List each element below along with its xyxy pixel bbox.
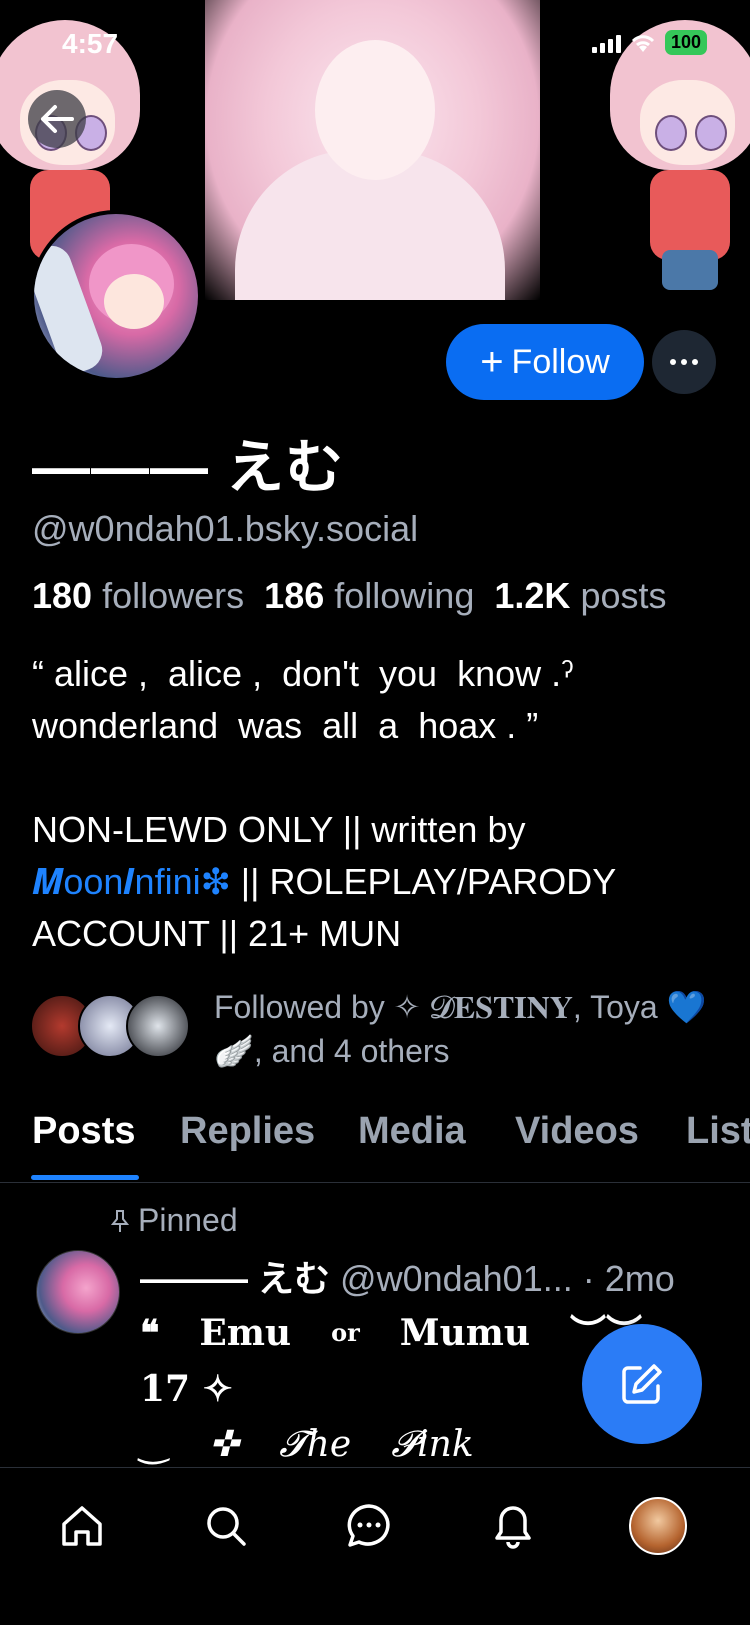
wifi-icon [631, 34, 655, 52]
profile-avatar-icon [629, 1497, 687, 1555]
signal-icon [592, 33, 621, 53]
plus-icon: + [480, 340, 504, 384]
profile-tabs: Posts Replies Media Videos Lists [0, 1100, 750, 1183]
status-time: 4:57 [62, 28, 119, 59]
compose-button[interactable] [582, 1324, 702, 1444]
bio-line: wonderland was all a hoax . ” [32, 705, 539, 746]
banner-center-art [205, 0, 540, 300]
tab-videos[interactable]: Videos [515, 1110, 639, 1153]
bell-icon [495, 1506, 531, 1549]
battery-indicator: 100 [665, 30, 708, 55]
bio-mention-link[interactable]: 𝑴oon𝑰nfini❇ [32, 861, 231, 902]
tab-media[interactable]: Media [358, 1110, 466, 1153]
followed-by-text[interactable]: Followed by ✧ 𝓓𝐄𝐒𝐓𝐈𝐍𝐘, Toya 💙🪽, and 4 ot… [214, 985, 734, 1073]
post-text: ✜ [208, 1424, 240, 1465]
followers-link[interactable]: 180 followers [32, 575, 244, 616]
post-author-handle: @w0ndah01... [340, 1258, 573, 1299]
more-options-button[interactable] [652, 330, 716, 394]
tab-replies[interactable]: Replies [180, 1110, 315, 1153]
post-text: or [331, 1318, 360, 1347]
compose-icon [622, 1364, 662, 1404]
post-text: 𝐄mu [199, 1312, 292, 1354]
post-author-avatar[interactable] [36, 1250, 120, 1334]
status-icons: 100 [592, 30, 708, 55]
post-text: ❝ [140, 1312, 160, 1354]
avatar [126, 994, 190, 1058]
bio-line: ACCOUNT || 21+ MUN [32, 913, 402, 954]
profile-avatar[interactable] [30, 210, 202, 382]
arrow-left-icon [41, 105, 74, 133]
known-followers-avatars[interactable] [30, 994, 190, 1058]
post-author-name: ——— えむ [140, 1258, 331, 1299]
post-text: 𝓣he [279, 1424, 352, 1465]
nav-notifications[interactable] [483, 1496, 543, 1556]
search-icon [207, 1507, 246, 1546]
follow-button[interactable]: + Follow [446, 324, 644, 400]
pinned-label: Pinned [138, 1202, 238, 1238]
ellipsis-icon [670, 359, 698, 365]
chat-icon [347, 1504, 390, 1547]
home-icon [62, 1506, 102, 1546]
bio-line: “ alice , alice , don't you know .ˀ [32, 653, 574, 694]
following-link[interactable]: 186 following [264, 575, 474, 616]
nav-profile[interactable] [628, 1496, 688, 1556]
pin-icon [110, 1209, 130, 1232]
nav-chat[interactable] [339, 1496, 399, 1556]
back-button[interactable] [28, 90, 86, 148]
profile-bio: “ alice , alice , don't you know .ˀ wonde… [32, 648, 732, 960]
follow-label: Follow [511, 342, 610, 381]
bio-line: NON-LEWD ONLY || written by [32, 809, 526, 850]
post-header[interactable]: ——— えむ @w0ndah01... · 2mo [140, 1250, 675, 1302]
display-name: ——— えむ [32, 435, 345, 500]
tab-lists[interactable]: Lists [686, 1110, 750, 1153]
pinned-indicator: Pinned [110, 1202, 238, 1239]
banner-chibi-right [600, 20, 750, 290]
profile-handle: @w0ndah01.bsky.social [32, 508, 419, 549]
tab-posts[interactable]: Posts [32, 1110, 135, 1153]
profile-stats: 180 followers 186 following 1.2K posts [32, 575, 666, 617]
nav-home[interactable] [52, 1496, 112, 1556]
nav-search[interactable] [196, 1496, 256, 1556]
bottom-nav [0, 1467, 750, 1625]
posts-count: 1.2K posts [494, 575, 667, 616]
post-text: ‿ [140, 1424, 169, 1465]
bio-line: || ROLEPLAY/PARODY [230, 861, 617, 902]
post-text: 𝓟ink [391, 1424, 474, 1465]
active-tab-indicator [31, 1175, 139, 1180]
post-time: · 2mo [582, 1258, 675, 1299]
post-text: 𝐌umu [399, 1312, 531, 1354]
